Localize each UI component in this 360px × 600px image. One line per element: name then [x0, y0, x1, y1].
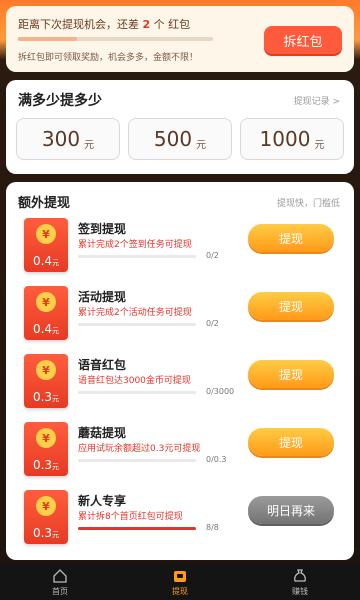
- next-chance-prefix: 距离下次提现机会，还差: [18, 18, 139, 31]
- task-desc: 累计完成2个签到任务可提现: [78, 240, 192, 250]
- task-name: 活动提现: [78, 290, 127, 304]
- task-progress-text: 0/2: [206, 251, 219, 260]
- open-red-packet-button[interactable]: 拆红包: [264, 26, 342, 54]
- task-progress-bar: [78, 255, 196, 258]
- red-envelope-icon: ¥ 0.4元: [24, 286, 68, 340]
- red-envelope-icon: ¥ 0.4元: [24, 218, 68, 272]
- withdraw-amount-card: 满多少提多少 提现记录 > 300 元 500 元 1000 元: [6, 80, 354, 174]
- task-amount-unit: 元: [52, 259, 60, 267]
- task-progress-bar: [78, 323, 196, 326]
- task-amount-unit: 元: [52, 531, 60, 539]
- task-progress-text: 0/0.3: [206, 455, 227, 464]
- withdraw-title: 满多少提多少: [18, 93, 102, 109]
- money-bag-icon: [294, 568, 306, 582]
- next-chance-progress-fill: [18, 37, 77, 41]
- yuan-coin-icon: ¥: [36, 292, 56, 312]
- task-name: 签到提现: [78, 222, 127, 236]
- task-item-activity: ¥ 0.4元 活动提现 累计完成2个活动任务可提现 0/2 提现: [20, 286, 338, 346]
- nav-item-withdraw[interactable]: 提现: [140, 568, 220, 597]
- red-envelope-icon: ¥ 0.3元: [24, 422, 68, 476]
- task-name: 新人专享: [78, 494, 127, 508]
- nav-item-home[interactable]: 首页: [20, 568, 100, 597]
- amount-unit: 元: [314, 139, 325, 151]
- amount-value: 500: [153, 127, 193, 151]
- extra-withdraw-subtitle: 提现快，门槛低: [276, 199, 340, 209]
- task-amount-unit: 元: [52, 327, 60, 335]
- withdraw-button[interactable]: 提现: [248, 428, 334, 456]
- withdraw-button[interactable]: 提现: [248, 224, 334, 252]
- nav-item-earn[interactable]: 赚钱: [260, 568, 340, 597]
- withdraw-button[interactable]: 提现: [248, 360, 334, 388]
- task-amount: 0.3: [32, 458, 53, 472]
- yuan-coin-icon: ¥: [36, 496, 56, 516]
- task-desc: 语音红包达3000金币可提现: [78, 376, 191, 386]
- task-item-voice-packet: ¥ 0.3元 语音红包 语音红包达3000金币可提现 0/3000 提现: [20, 354, 338, 414]
- task-name: 语音红包: [78, 358, 127, 372]
- amount-unit: 元: [196, 139, 207, 151]
- amount-option-1000[interactable]: 1000 元: [240, 118, 344, 160]
- task-progress-text: 0/2: [206, 319, 219, 328]
- red-envelope-icon: ¥ 0.3元: [24, 490, 68, 544]
- task-progress-bar: [78, 527, 196, 530]
- red-envelope-icon: ¥ 0.3元: [24, 354, 68, 408]
- amount-value: 300: [41, 127, 81, 151]
- task-amount-unit: 元: [52, 463, 60, 471]
- task-item-mushroom: ¥ 0.3元 蘑菇提现 应用试玩余额超过0.3元可提现 0/0.3 提现: [20, 422, 338, 482]
- task-item-newbie: ¥ 0.3元 新人专享 累计拆8个首页红包可提现 8/8 明日再来: [20, 490, 338, 550]
- task-progress-text: 8/8: [206, 523, 219, 532]
- wallet-icon: [174, 570, 186, 582]
- task-progress-text: 0/3000: [206, 387, 235, 396]
- nav-label: 提现: [172, 586, 188, 596]
- nav-label: 赚钱: [292, 586, 308, 596]
- task-progress-bar: [78, 391, 196, 394]
- next-chance-banner: 距离下次提现机会，还差 2 个 红包 拆红包即可领取奖励，机会多多，金额不限！ …: [6, 6, 354, 72]
- yuan-coin-icon: ¥: [36, 360, 56, 380]
- task-progress-bar: [78, 459, 196, 462]
- app-screen: 距离下次提现机会，还差 2 个 红包 拆红包即可领取奖励，机会多多，金额不限！ …: [0, 0, 360, 600]
- task-desc: 累计完成2个活动任务可提现: [78, 308, 192, 318]
- withdraw-record-link[interactable]: 提现记录 >: [294, 94, 340, 107]
- amount-value: 1000: [259, 127, 311, 151]
- task-amount: 0.3: [32, 526, 53, 540]
- yuan-coin-icon: ¥: [36, 224, 56, 244]
- task-amount: 0.3: [32, 390, 53, 404]
- yuan-coin-icon: ¥: [36, 428, 56, 448]
- task-item-checkin: ¥ 0.4元 签到提现 累计完成2个签到任务可提现 0/2 提现: [20, 218, 338, 278]
- come-back-tomorrow-button[interactable]: 明日再来: [248, 496, 334, 524]
- home-icon: [53, 568, 67, 583]
- task-progress-fill: [78, 527, 196, 530]
- next-chance-suffix: 个 红包: [153, 18, 191, 31]
- task-desc: 应用试玩余额超过0.3元可提现: [78, 444, 201, 454]
- withdraw-button[interactable]: 提现: [248, 292, 334, 320]
- extra-withdraw-card: 额外提现 提现快，门槛低 ¥ 0.4元 签到提现 累计完成2个签到任务可提现 0…: [6, 182, 354, 560]
- task-desc: 累计拆8个首页红包可提现: [78, 512, 183, 522]
- nav-label: 首页: [52, 586, 68, 596]
- next-chance-tip: 拆红包即可领取奖励，机会多多，金额不限！: [18, 53, 199, 63]
- task-name: 蘑菇提现: [78, 426, 127, 440]
- extra-withdraw-title: 额外提现: [18, 196, 71, 211]
- remaining-count: 2: [142, 18, 151, 31]
- bottom-nav: 首页 提现 赚钱: [0, 564, 360, 600]
- task-amount: 0.4: [32, 254, 53, 268]
- amount-option-500[interactable]: 500 元: [128, 118, 232, 160]
- amount-options: 300 元 500 元 1000 元: [16, 118, 344, 160]
- next-chance-progress-bar: [18, 37, 213, 41]
- task-amount: 0.4: [32, 322, 53, 336]
- amount-unit: 元: [84, 139, 95, 151]
- amount-option-300[interactable]: 300 元: [16, 118, 120, 160]
- task-amount-unit: 元: [52, 395, 60, 403]
